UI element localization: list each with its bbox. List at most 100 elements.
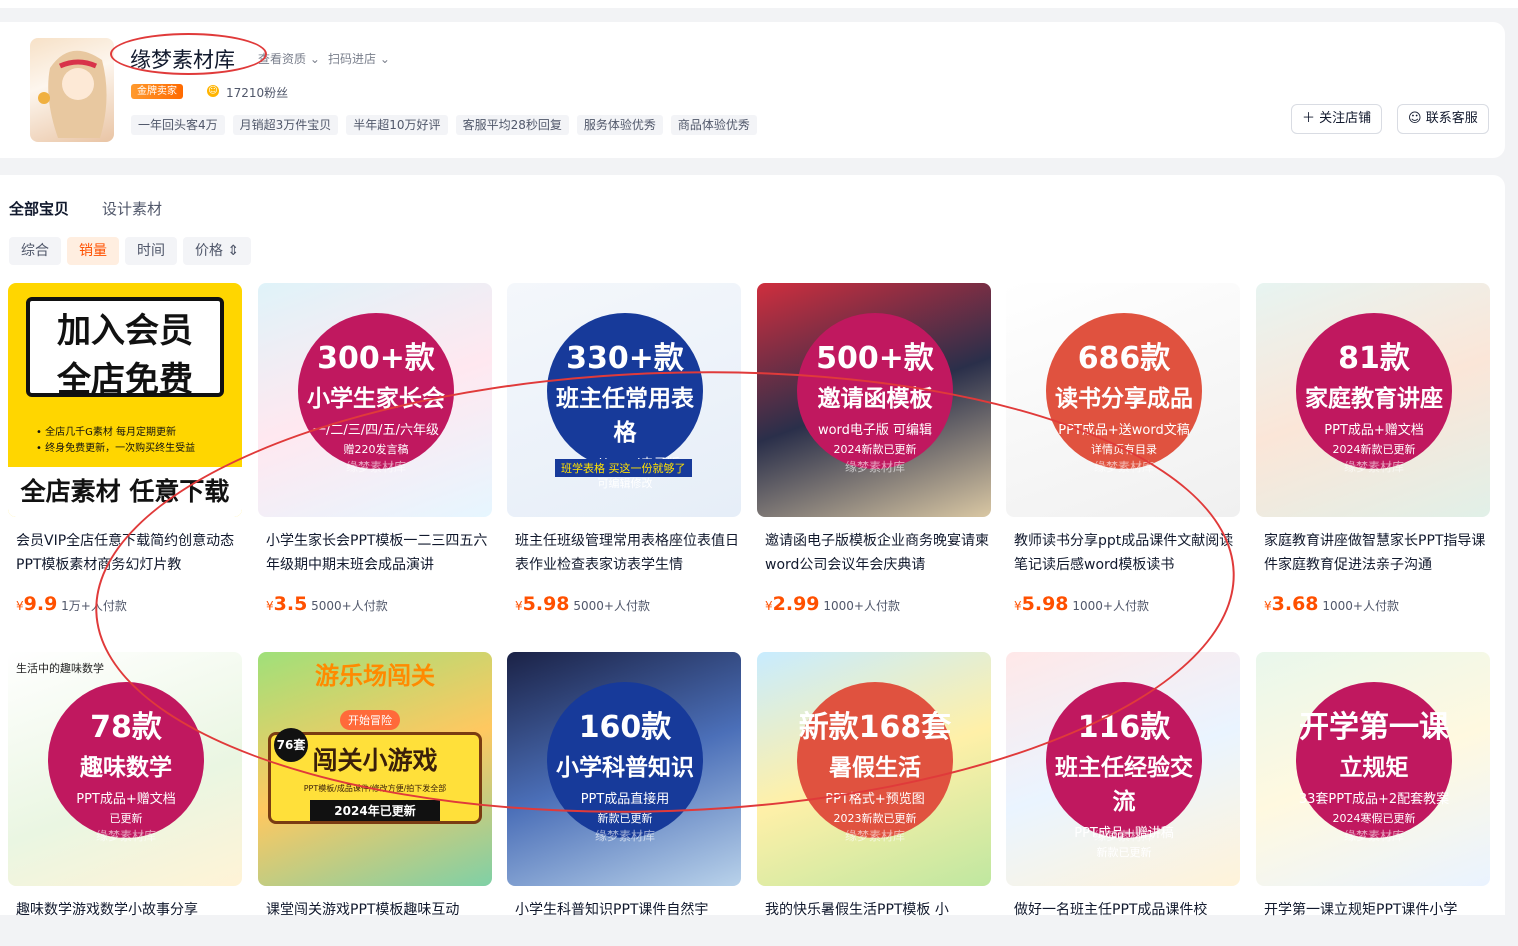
product-card[interactable]: 300+款 小学生家长会 一/二/三/四/五/六年级 赠220发言稿 缘梦素材库 小学生家… bbox=[258, 283, 492, 615]
product-thumbnail[interactable]: 500+款 邀请函模板 word电子版 可编辑 2024新款已更新 缘梦素材库 bbox=[757, 283, 991, 517]
sold-count: 1000+人付款 bbox=[1322, 599, 1399, 613]
product-title[interactable]: 课堂闯关游戏PPT模板趣味互动 bbox=[258, 898, 492, 946]
product-title[interactable]: 做好一名班主任PPT成品课件校 bbox=[1006, 898, 1240, 946]
promo-sub: word电子版 可编辑 bbox=[817, 423, 933, 438]
promo-sub2: 新款已更新 bbox=[597, 812, 653, 825]
product-title[interactable]: 家庭教育讲座做智慧家长PPT指导课件家庭教育促进法亲子沟通 bbox=[1256, 529, 1490, 577]
tab-design-material[interactable]: 设计素材 bbox=[102, 198, 162, 219]
product-card[interactable]: 新款168套 暑假生活 PPT格式+预览图 2023新款已更新 缘梦素材库 我的快乐暑假生… bbox=[757, 652, 991, 946]
promo-sub: 33套PPT成品+2配套教案 bbox=[1298, 792, 1450, 807]
view-qualification-link[interactable]: 查看资质 ⌄ bbox=[258, 50, 320, 67]
vip-banner-box: 加入会员 全店免费 bbox=[26, 297, 224, 400]
sort-sales[interactable]: 销量 bbox=[67, 237, 119, 265]
product-card[interactable]: 116款 班主任经验交流 PPT成品+赠讲稿 新款已更新 缘梦素材库 做好一名班主任PPT… bbox=[1006, 652, 1240, 946]
price-row: ¥3.68 1000+人付款 bbox=[1256, 593, 1490, 615]
product-card[interactable]: 686款 读书分享成品 PPT成品+送word文稿 详情页有目录 缘梦素材库 教师读书分享… bbox=[1006, 283, 1240, 615]
product-title[interactable]: 趣味数学游戏数学小故事分享 bbox=[8, 898, 242, 946]
shop-name[interactable]: 缘梦素材库 bbox=[130, 44, 235, 74]
product-price: ¥3.68 bbox=[1264, 593, 1319, 615]
game-sub2: 2024年已更新 bbox=[310, 800, 440, 821]
promo-sub: PPT格式+预览图 bbox=[825, 792, 925, 807]
promo-sub2: 详情页有目录 bbox=[1091, 443, 1157, 456]
sort-price[interactable]: 价格 ⇕ bbox=[183, 237, 252, 265]
promo-title: 班主任经验交流 bbox=[1055, 755, 1193, 815]
product-card[interactable]: 81款 家庭教育讲座 PPT成品+赠文档 2024新款已更新 缘梦素材库家庭教育讲座做智… bbox=[1256, 283, 1490, 615]
product-thumbnail[interactable]: 160款 小学科普知识 PPT成品直接用 新款已更新 缘梦素材库 bbox=[507, 652, 741, 886]
product-card[interactable]: 加入会员 全店免费 • 全店几千G素材 每月定期更新 • 终身免费更新，一次购买终生受… bbox=[8, 283, 242, 615]
product-price: ¥9.9 bbox=[16, 593, 58, 615]
promo-count: 686款 bbox=[1077, 341, 1171, 376]
product-title[interactable]: 小学生家长会PPT模板一二三四五六年级期中期末班会成品演讲 bbox=[258, 529, 492, 577]
product-thumbnail[interactable]: 加入会员 全店免费 • 全店几千G素材 每月定期更新 • 终身免费更新，一次购买终生受… bbox=[8, 283, 242, 517]
product-card[interactable]: 生活中的趣味数学 78款 趣味数学 PPT成品+赠文档 已更新 缘梦素材库 趣味数学游戏数学… bbox=[8, 652, 242, 946]
price-row: ¥5.98 5000+人付款 bbox=[507, 593, 741, 615]
promo-title: 小学生家长会 bbox=[307, 386, 445, 412]
product-title[interactable]: 教师读书分享ppt成品课件文献阅读笔记读后感word模板读书 bbox=[1006, 529, 1240, 577]
watermark: 缘梦素材库 bbox=[1093, 460, 1154, 474]
promo-title: 读书分享成品 bbox=[1055, 386, 1193, 412]
sort-time[interactable]: 时间 bbox=[125, 237, 177, 265]
product-title[interactable]: 开学第一课立规矩PPT课件小学 bbox=[1256, 898, 1490, 946]
watermark: 缘梦素材库 bbox=[1343, 460, 1404, 474]
promo-count: 500+款 bbox=[816, 341, 934, 376]
watermark: 缘梦素材库 bbox=[844, 460, 905, 474]
promo-sub2: 可编辑修改 bbox=[597, 477, 653, 490]
promo-sub: PPT成品+赠文档 bbox=[76, 792, 176, 807]
plus-icon: ＋ bbox=[1302, 111, 1316, 126]
product-title[interactable]: 班主任班级管理常用表格座位表值日表作业检查表家访表学生情 bbox=[507, 529, 741, 577]
promo-count: 330+款 bbox=[566, 341, 684, 376]
promo-sub2: 已更新 bbox=[109, 812, 143, 825]
product-price: ¥5.98 bbox=[1014, 593, 1069, 615]
product-thumbnail[interactable]: 开学第一课 立规矩 33套PPT成品+2配套教案 2024寒假已更新 缘梦素材库 bbox=[1256, 652, 1490, 886]
product-thumbnail[interactable]: 新款168套 暑假生活 PPT格式+预览图 2023新款已更新 缘梦素材库 bbox=[757, 652, 991, 886]
product-thumbnail[interactable]: 300+款 小学生家长会 一/二/三/四/五/六年级 赠220发言稿 缘梦素材库 bbox=[258, 283, 492, 517]
promo-title: 暑假生活 bbox=[829, 755, 921, 781]
shop-avatar[interactable] bbox=[30, 38, 114, 142]
product-title[interactable]: 会员VIP全店任意下载简约创意动态PPT模板素材商务幻灯片教 bbox=[8, 529, 242, 577]
tab-all-items[interactable]: 全部宝贝 bbox=[9, 198, 69, 219]
promo-sub2: 2023新款已更新 bbox=[833, 812, 917, 825]
scan-enter-link[interactable]: 扫码进店 ⌄ bbox=[328, 50, 390, 67]
watermark: 缘梦素材库 bbox=[345, 460, 406, 474]
product-thumbnail[interactable]: 330+款班主任常用表格word/excel电子版可编辑修改缘梦素材库班学表格 … bbox=[507, 283, 741, 517]
contact-service-button[interactable]: ☺ 联系客服 bbox=[1397, 104, 1489, 134]
promo-circle: 开学第一课 立规矩 33套PPT成品+2配套教案 2024寒假已更新 缘梦素材库 bbox=[1296, 682, 1452, 843]
shop-tag: 商品体验优秀 bbox=[670, 115, 757, 135]
promo-count: 开学第一课 bbox=[1299, 710, 1449, 745]
promo-count: 新款168套 bbox=[798, 710, 952, 745]
promo-circle: 330+款班主任常用表格word/excel电子版可编辑修改缘梦素材库 bbox=[547, 313, 703, 490]
follow-shop-button[interactable]: ＋ 关注店铺 bbox=[1291, 104, 1383, 134]
promo-count: 300+款 bbox=[317, 341, 435, 376]
product-card[interactable]: 500+款 邀请函模板 word电子版 可编辑 2024新款已更新 缘梦素材库 邀请函电子… bbox=[757, 283, 991, 615]
promo-sub2: 新款已更新 bbox=[1096, 846, 1152, 859]
watermark: 缘梦素材库 bbox=[95, 829, 156, 843]
product-title[interactable]: 小学生科普知识PPT课件自然宇 bbox=[507, 898, 741, 946]
fans-icon: ☺ bbox=[207, 85, 219, 97]
product-card[interactable]: 游乐场闯关 开始冒险 闯关小游戏 PPT模板/成品课件/修改方便/拍下发全部 2024年… bbox=[258, 652, 492, 946]
vip-footer: 全店素材 任意下载 bbox=[8, 467, 242, 517]
product-thumbnail[interactable]: 游乐场闯关 开始冒险 闯关小游戏 PPT模板/成品课件/修改方便/拍下发全部 2024年… bbox=[258, 652, 492, 886]
shop-tag: 一年回头客4万 bbox=[131, 115, 225, 135]
product-thumbnail[interactable]: 81款 家庭教育讲座 PPT成品+赠文档 2024新款已更新 缘梦素材库 bbox=[1256, 283, 1490, 517]
sold-count: 1000+人付款 bbox=[823, 599, 900, 613]
product-thumbnail[interactable]: 686款 读书分享成品 PPT成品+送word文稿 详情页有目录 缘梦素材库 bbox=[1006, 283, 1240, 517]
promo-circle: 78款 趣味数学 PPT成品+赠文档 已更新 缘梦素材库 bbox=[48, 682, 204, 843]
product-card[interactable]: 330+款班主任常用表格word/excel电子版可编辑修改缘梦素材库班学表格 … bbox=[507, 283, 741, 615]
product-thumbnail[interactable]: 生活中的趣味数学 78款 趣味数学 PPT成品+赠文档 已更新 缘梦素材库 bbox=[8, 652, 242, 886]
product-title[interactable]: 邀请函电子版模板企业商务晚宴请柬word公司会议年会庆典请 bbox=[757, 529, 991, 577]
product-title[interactable]: 我的快乐暑假生活PPT模板 小 bbox=[757, 898, 991, 946]
sold-count: 5000+人付款 bbox=[311, 599, 388, 613]
product-price: ¥2.99 bbox=[765, 593, 820, 615]
promo-title: 邀请函模板 bbox=[817, 386, 933, 412]
promo-tagline: 班学表格 买这一份就够了 bbox=[555, 459, 692, 477]
game-start-label: 开始冒险 bbox=[340, 710, 400, 730]
price-row: ¥9.9 1万+人付款 bbox=[8, 593, 242, 615]
shop-tag: 服务体验优秀 bbox=[576, 115, 663, 135]
promo-circle: 686款 读书分享成品 PPT成品+送word文稿 详情页有目录 缘梦素材库 bbox=[1046, 313, 1202, 474]
product-price: ¥5.98 bbox=[515, 593, 570, 615]
watermark: 缘梦素材库 bbox=[1093, 829, 1154, 843]
sort-comprehensive[interactable]: 综合 bbox=[9, 237, 61, 265]
product-thumbnail[interactable]: 116款 班主任经验交流 PPT成品+赠讲稿 新款已更新 缘梦素材库 bbox=[1006, 652, 1240, 886]
product-card[interactable]: 开学第一课 立规矩 33套PPT成品+2配套教案 2024寒假已更新 缘梦素材库 开学第一… bbox=[1256, 652, 1490, 946]
product-card[interactable]: 160款 小学科普知识 PPT成品直接用 新款已更新 缘梦素材库小学生科普知识PPT课件… bbox=[507, 652, 741, 946]
